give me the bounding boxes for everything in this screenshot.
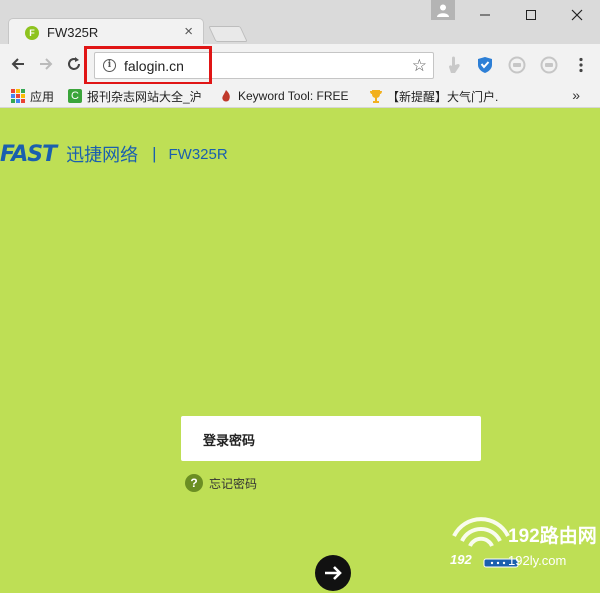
password-placeholder: 登录密码 [203, 433, 256, 448]
browser-titlebar: F FW325R × [0, 0, 600, 46]
forgot-password-text: 忘记密码 [209, 476, 258, 491]
extension-circle-icon[interactable] [507, 55, 527, 75]
bookmark-portal[interactable]: 【新提醒】大气门户. [368, 87, 498, 105]
extension-gesture-icon[interactable] [444, 55, 464, 75]
bookmarks-bar: 应用 C 报刊杂志网站大全_沪 Keyword Tool: FREE 【新提醒】… [0, 84, 600, 108]
new-tab-button[interactable] [208, 26, 248, 42]
back-arrow-icon [11, 58, 24, 70]
logo-separator: | [152, 144, 157, 163]
bookmark-keyword-tool[interactable]: Keyword Tool: FREE [219, 87, 349, 105]
bookmark-label: 应用 [30, 89, 55, 104]
profile-icon[interactable] [431, 0, 455, 20]
reload-icon [68, 57, 80, 70]
bookmark-label: 【新提醒】大气门户. [387, 89, 499, 104]
logo-brand: FAST [0, 141, 57, 167]
back-button[interactable] [9, 55, 27, 73]
maximize-button[interactable] [508, 0, 554, 30]
bookmark-newspaper[interactable]: C 报刊杂志网站大全_沪 [68, 87, 202, 105]
browser-tab[interactable]: F FW325R × [8, 18, 204, 46]
menu-button[interactable] [571, 55, 591, 75]
flame-icon [219, 89, 233, 103]
question-icon: ? [185, 474, 203, 492]
extension-shield-icon[interactable] [475, 55, 495, 75]
bookmark-apps[interactable]: 应用 [11, 87, 54, 105]
arrow-right-icon [325, 566, 342, 580]
watermark-url: 192ly.com [508, 553, 567, 568]
url-highlight-box [84, 46, 212, 85]
forgot-password-link[interactable]: ? 忘记密码 [185, 474, 257, 492]
forward-arrow-icon [40, 58, 53, 70]
fast-logo: FAST 迅捷网络 | FW325R [0, 141, 228, 167]
extension-circle-icon-2[interactable] [539, 55, 559, 75]
login-button[interactable] [315, 555, 351, 591]
watermark-title: 192路由网 [508, 526, 597, 547]
watermark-number: 192 [450, 552, 472, 567]
reload-button[interactable] [65, 55, 83, 73]
forward-button[interactable] [37, 55, 55, 73]
green-refresh-icon: C [68, 89, 82, 103]
logo-brand-cn: 迅捷网络 [66, 145, 139, 165]
close-window-button[interactable] [554, 0, 600, 30]
bookmark-label: Keyword Tool: FREE [238, 89, 349, 103]
tab-close-icon[interactable]: × [184, 23, 193, 40]
tab-title: FW325R [47, 25, 99, 40]
minimize-button[interactable] [462, 0, 508, 30]
trophy-icon [368, 89, 382, 103]
more-bookmarks-icon[interactable]: » [572, 87, 580, 103]
watermark: 192路由网 192 192ly.com [444, 514, 600, 593]
password-input[interactable]: 登录密码 [181, 416, 481, 461]
apps-grid-icon [11, 89, 25, 103]
bookmark-star-icon[interactable]: ☆ [412, 56, 427, 76]
more-vert-icon [579, 57, 583, 73]
fast-favicon-icon: F [25, 26, 39, 40]
router-model: FW325R [168, 145, 228, 163]
bookmark-label: 报刊杂志网站大全_沪 [87, 89, 202, 104]
